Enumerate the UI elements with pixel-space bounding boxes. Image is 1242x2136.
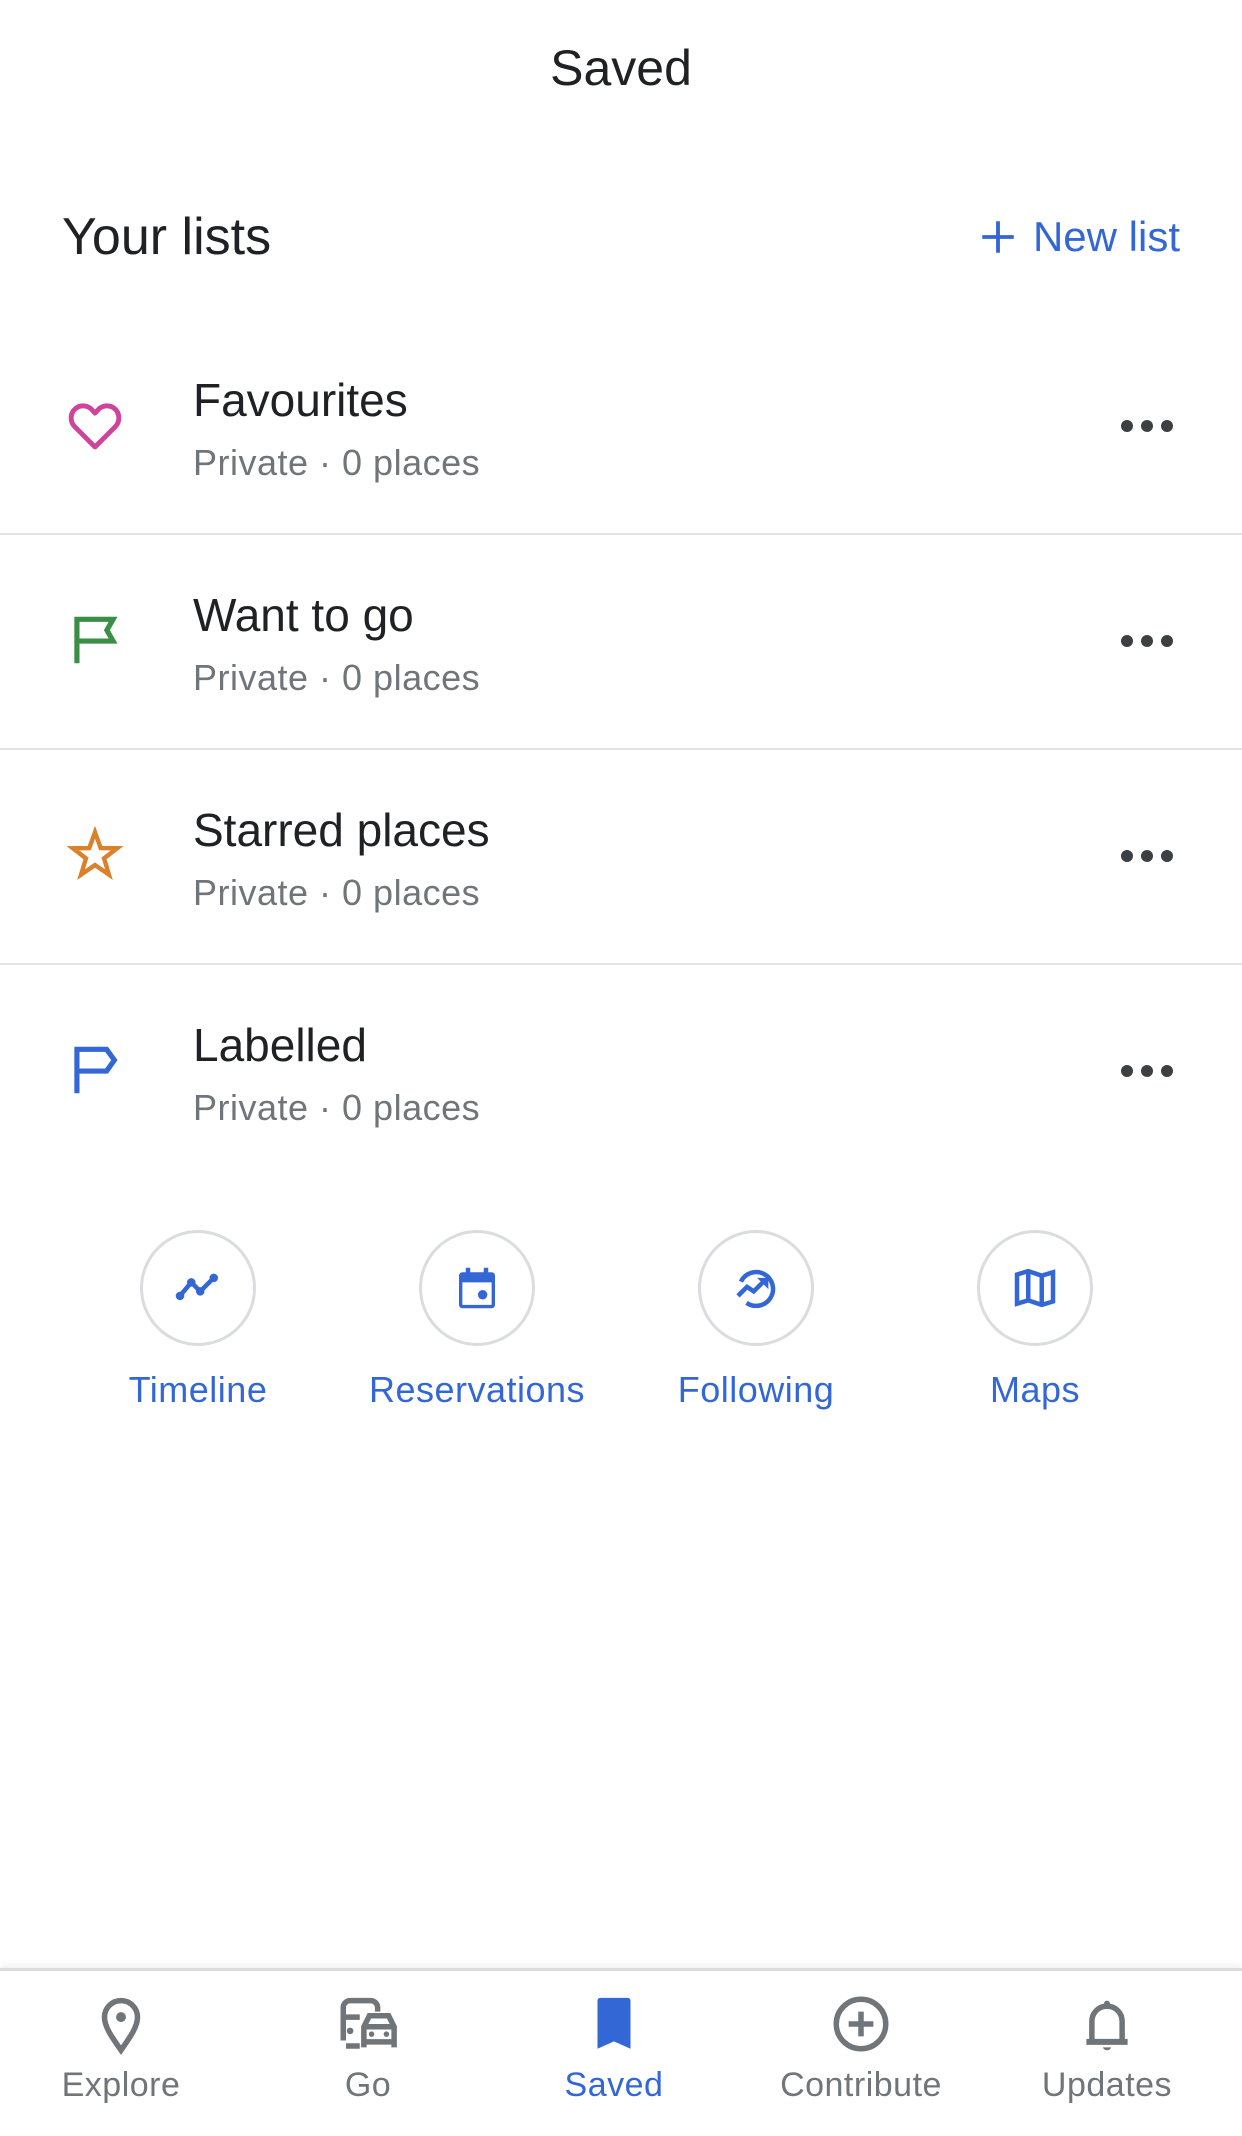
bell-icon (1086, 2000, 1128, 2051)
flag-icon (74, 616, 118, 664)
more-options-button[interactable] (1102, 611, 1192, 671)
more-dots-icon (1121, 1065, 1133, 1077)
list-item-starred-places[interactable]: Starred places Private · 0 places (0, 750, 1242, 965)
nav-label: Updates (1041, 2066, 1173, 2104)
calendar-icon (459, 1267, 495, 1309)
list-subtitle: Private · 0 places (193, 1087, 481, 1128)
timeline-icon (175, 1273, 219, 1301)
more-dots-icon (1121, 420, 1133, 432)
more-dot (1141, 635, 1153, 647)
shortcut-following[interactable]: Following (626, 1230, 886, 1412)
more-options-button[interactable] (1102, 826, 1192, 886)
lists-section-header: Your lists New list (62, 204, 1180, 270)
plus-icon (982, 221, 1014, 253)
shortcut-label: Following (677, 1369, 835, 1410)
trending-circle-icon (736, 1269, 776, 1309)
more-dot (1141, 850, 1153, 862)
more-dots-icon (1121, 850, 1133, 862)
list-title: Labelled (193, 1019, 367, 1071)
list-item-labelled[interactable]: Labelled Private · 0 places (0, 965, 1242, 1178)
plus-circle-icon (833, 1996, 889, 2052)
more-dot (1141, 1065, 1153, 1077)
list-item-favourites[interactable]: Favourites Private · 0 places (0, 320, 1242, 535)
more-dot (1141, 420, 1153, 432)
list-title: Starred places (193, 804, 490, 856)
heart-icon (68, 403, 122, 450)
shortcut-label: Timeline (128, 1369, 268, 1410)
section-title: Your lists (62, 208, 272, 266)
shortcuts-row: Timeline Reservations Following Maps (0, 1230, 1242, 1430)
more-dot (1161, 420, 1173, 432)
nav-label: Go (344, 2066, 392, 2104)
nav-saved[interactable]: Saved (494, 1971, 734, 2136)
more-dot (1161, 1065, 1173, 1077)
shortcut-maps[interactable]: Maps (905, 1230, 1165, 1412)
label-flag-icon (74, 1046, 118, 1094)
more-options-button[interactable] (1102, 1041, 1192, 1101)
transit-car-icon (340, 1997, 397, 2049)
bottom-navigation: Explore Go Saved Contribute Updates (0, 1968, 1242, 2136)
list-item-want-to-go[interactable]: Want to go Private · 0 places (0, 535, 1242, 750)
list-subtitle: Private · 0 places (193, 872, 481, 913)
saved-lists: Favourites Private · 0 places Want to go… (0, 320, 1242, 1178)
page-title: Saved (550, 40, 692, 96)
list-subtitle: Private · 0 places (193, 657, 481, 698)
more-dot (1161, 635, 1173, 647)
nav-label: Saved (564, 2066, 664, 2104)
bookmark-icon (597, 1997, 631, 2049)
shortcut-reservations[interactable]: Reservations (347, 1230, 607, 1412)
shortcut-label: Maps (989, 1369, 1081, 1410)
new-list-button[interactable]: New list (977, 213, 1180, 261)
more-dots-icon (1121, 635, 1133, 647)
more-dot (1161, 850, 1173, 862)
new-list-label: New list (1032, 213, 1180, 260)
nav-updates[interactable]: Updates (987, 1971, 1227, 2136)
nav-explore[interactable]: Explore (1, 1971, 241, 2136)
location-pin-icon (101, 1997, 141, 2055)
nav-contribute[interactable]: Contribute (741, 1971, 981, 2136)
nav-label: Contribute (780, 2066, 942, 2104)
nav-go[interactable]: Go (248, 1971, 488, 2136)
map-icon (1014, 1268, 1056, 1308)
list-title: Want to go (193, 589, 414, 641)
list-title: Favourites (193, 374, 408, 426)
star-icon (66, 825, 124, 880)
list-subtitle: Private · 0 places (193, 442, 481, 483)
shortcut-label: Reservations (368, 1369, 586, 1410)
more-options-button[interactable] (1102, 396, 1192, 456)
shortcut-timeline[interactable]: Timeline (68, 1230, 328, 1412)
nav-label: Explore (61, 2066, 181, 2104)
